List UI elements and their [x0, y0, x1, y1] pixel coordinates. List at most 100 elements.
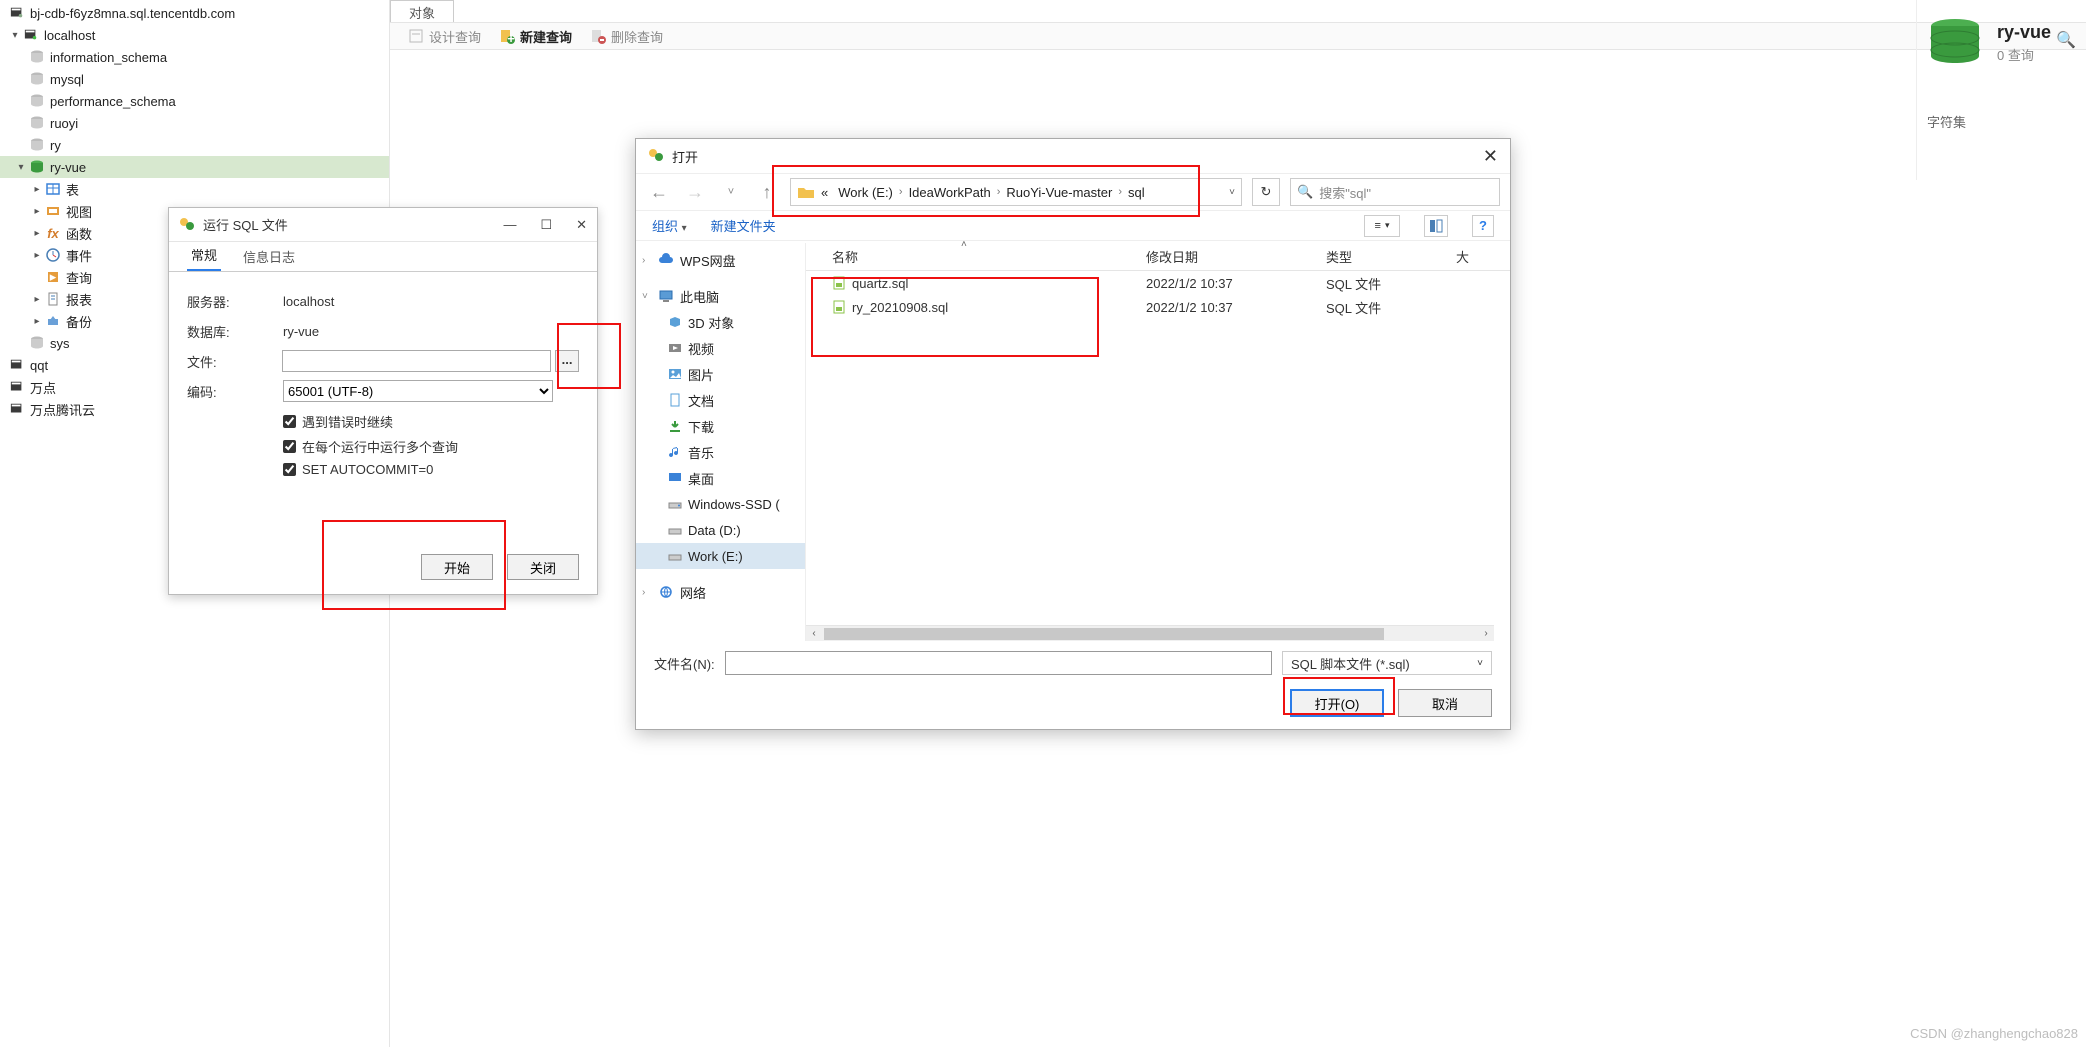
file-row[interactable]: quartz.sql2022/1/2 10:37SQL 文件 — [806, 271, 1510, 295]
nav-item[interactable]: ›WPS网盘 — [636, 247, 805, 273]
database-icon — [28, 94, 46, 108]
crumb-segment[interactable]: Work (E:) — [838, 185, 893, 200]
expand-arrow[interactable]: ▸ — [30, 316, 44, 327]
database-label: 数据库: — [187, 322, 283, 341]
tab-objects[interactable]: 对象 — [390, 0, 454, 24]
nav-item[interactable]: Windows-SSD ( — [636, 491, 805, 517]
music-icon — [668, 445, 682, 459]
up-button[interactable]: ↑ — [754, 182, 780, 203]
close-button[interactable]: ✕ — [576, 217, 587, 233]
scroll-left-button[interactable]: ‹ — [806, 628, 822, 639]
file-input[interactable] — [282, 350, 551, 372]
expand-arrow[interactable]: ▸ — [30, 184, 44, 195]
nav-item[interactable]: 3D 对象 — [636, 309, 805, 335]
app-icon — [179, 217, 195, 233]
chevron-right-icon: › — [899, 186, 903, 198]
sql-file-icon — [832, 276, 846, 290]
database-icon — [28, 50, 46, 64]
chevron-down-icon[interactable]: ˅ — [1229, 187, 1235, 198]
file-list-header[interactable]: 名称˄ 修改日期 类型 大 — [806, 243, 1510, 271]
autocommit-checkbox[interactable]: SET AUTOCOMMIT=0 — [283, 462, 579, 477]
minimize-button[interactable]: — — [503, 217, 516, 233]
conn-row[interactable]: bj-cdb-f6yz8mna.sql.tencentdb.com — [0, 2, 389, 24]
nav-item[interactable]: 音乐 — [636, 439, 805, 465]
refresh-button[interactable]: ↻ — [1252, 178, 1280, 206]
new-query-button[interactable]: +新建查询 — [499, 27, 572, 46]
db-row[interactable]: performance_schema — [0, 90, 389, 112]
cancel-button[interactable]: 取消 — [1398, 689, 1492, 717]
server-icon — [8, 402, 26, 416]
new-folder-button[interactable]: 新建文件夹 — [711, 216, 776, 235]
db-row[interactable]: mysql — [0, 68, 389, 90]
close-icon[interactable]: ✕ — [1483, 146, 1498, 167]
browse-button[interactable]: ... — [555, 350, 579, 372]
continue-on-error-checkbox[interactable]: 遇到错误时继续 — [283, 412, 579, 431]
nav-item[interactable]: 下载 — [636, 413, 805, 439]
db-row[interactable]: ruoyi — [0, 112, 389, 134]
chevron-right-icon: › — [997, 186, 1001, 198]
expand-arrow[interactable]: ▸ — [30, 250, 44, 261]
multi-query-checkbox[interactable]: 在每个运行中运行多个查询 — [283, 437, 579, 456]
expand-arrow[interactable]: ▸ — [30, 206, 44, 217]
nav-item[interactable]: 视频 — [636, 335, 805, 361]
start-button[interactable]: 开始 — [421, 554, 493, 580]
server-icon — [22, 28, 40, 42]
search-box[interactable]: 🔍 搜索"sql" — [1290, 178, 1500, 206]
preview-toggle[interactable] — [1424, 215, 1448, 237]
nav-item[interactable]: ˅此电脑 — [636, 283, 805, 309]
db-row[interactable]: information_schema — [0, 46, 389, 68]
database-icon — [28, 116, 46, 130]
expand-arrow[interactable]: ▸ — [30, 294, 44, 305]
network-icon — [658, 585, 674, 599]
breadcrumb[interactable]: « Work (E:)› IdeaWorkPath› RuoYi-Vue-mas… — [790, 178, 1242, 206]
expand-arrow[interactable]: ▾ — [14, 162, 28, 173]
video-icon — [668, 341, 682, 355]
chevron-right-icon: › — [1118, 186, 1122, 198]
help-button[interactable]: ? — [1472, 215, 1494, 237]
horizontal-scrollbar[interactable]: ‹ › — [806, 625, 1494, 641]
encoding-select[interactable]: 65001 (UTF-8) — [283, 380, 553, 402]
db-row[interactable]: ry — [0, 134, 389, 156]
desktop-icon — [668, 471, 682, 485]
open-titlebar[interactable]: 打开 ✕ — [636, 139, 1510, 173]
nav-item[interactable]: 文档 — [636, 387, 805, 413]
expand-arrow[interactable]: ▸ — [30, 228, 44, 239]
conn-label: bj-cdb-f6yz8mna.sql.tencentdb.com — [30, 6, 235, 21]
scrollbar-thumb[interactable] — [824, 628, 1384, 640]
expand-arrow[interactable]: ▾ — [8, 30, 22, 41]
filename-input[interactable] — [725, 651, 1272, 675]
close-button[interactable]: 关闭 — [507, 554, 579, 580]
tab-log[interactable]: 信息日志 — [239, 242, 299, 271]
database-icon — [28, 336, 46, 350]
clock-icon — [44, 248, 62, 262]
crumb-segment[interactable]: IdeaWorkPath — [909, 185, 991, 200]
dialog-title: 运行 SQL 文件 — [203, 215, 503, 234]
view-mode-button[interactable]: ≡ ▾ — [1364, 215, 1400, 237]
conn-row[interactable]: ▾ localhost — [0, 24, 389, 46]
crumb-segment[interactable]: RuoYi-Vue-master — [1006, 185, 1112, 200]
nav-item[interactable]: 图片 — [636, 361, 805, 387]
nav-item[interactable]: ›网络 — [636, 579, 805, 605]
nav-item[interactable]: 桌面 — [636, 465, 805, 491]
design-query-button[interactable]: 设计查询 — [408, 27, 481, 46]
open-button[interactable]: 打开(O) — [1290, 689, 1384, 717]
nav-item-selected[interactable]: Work (E:) — [636, 543, 805, 569]
file-row[interactable]: ry_20210908.sql2022/1/2 10:37SQL 文件 — [806, 295, 1510, 319]
tables-node[interactable]: ▸表 — [0, 178, 389, 200]
crumb-segment[interactable]: sql — [1128, 185, 1145, 200]
forward-button[interactable]: → — [682, 182, 708, 203]
nav-item[interactable]: Data (D:) — [636, 517, 805, 543]
dialog-titlebar[interactable]: 运行 SQL 文件 — ☐ ✕ — [169, 208, 597, 242]
tab-general[interactable]: 常规 — [187, 240, 221, 271]
open-toolbar: 组织 ▾ 新建文件夹 ≡ ▾ ? — [636, 211, 1510, 241]
back-button[interactable]: ← — [646, 182, 672, 203]
organize-menu[interactable]: 组织 ▾ — [652, 216, 687, 235]
scroll-right-button[interactable]: › — [1478, 628, 1494, 639]
maximize-button[interactable]: ☐ — [540, 217, 552, 233]
recent-dropdown[interactable]: ˅ — [718, 186, 744, 198]
delete-query-button[interactable]: 删除查询 — [590, 27, 663, 46]
db-row-selected[interactable]: ▾ ry-vue — [0, 156, 389, 178]
open-bottom-bar: 文件名(N): SQL 脚本文件 (*.sql)˅ 打开(O) 取消 — [636, 641, 1510, 729]
encoding-label: 编码: — [187, 382, 283, 401]
file-type-filter[interactable]: SQL 脚本文件 (*.sql)˅ — [1282, 651, 1492, 675]
